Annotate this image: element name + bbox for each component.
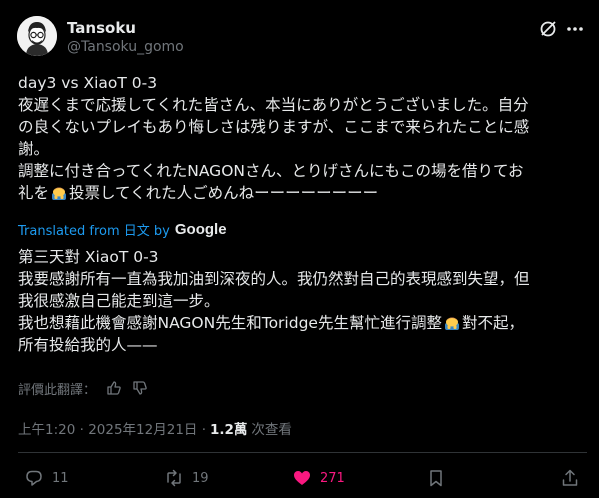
original-line: の良くないプレイもあり悔しさは残りますが、ここまで来られたことに感 [18, 118, 530, 136]
more-icon[interactable] [563, 18, 587, 40]
translated-line: 第三天對 XiaoT 0-3 [18, 248, 159, 266]
avatar[interactable] [17, 16, 57, 56]
original-segment: 礼を [18, 184, 50, 202]
thumbs-up-icon[interactable] [106, 380, 122, 396]
repost-icon [167, 469, 181, 487]
display-name[interactable]: Tansoku [67, 18, 136, 38]
translated-line: 我要感謝所有一直為我加油到深夜的人。我仍然對自己的表現感到失望，但 [18, 270, 530, 288]
original-line: day3 vs XiaoT 0-3 [18, 74, 158, 92]
translated-segment: 對不起， [461, 314, 524, 332]
divider [18, 452, 587, 453]
share-icon [562, 469, 578, 486]
translated-line: 我很感激自己能走到這一步。 [18, 292, 220, 310]
view-label: 次查看 [251, 422, 292, 438]
original-line: 調整に付き合ってくれたNAGONさん、とりげさんにもこの場を借りてお [18, 162, 524, 180]
repost-button[interactable]: 19 [164, 467, 209, 489]
original-line: 礼を 投票してくれた人ごめんねーーーーーーーー [18, 182, 588, 204]
like-count: 271 [320, 470, 345, 486]
like-button[interactable]: 271 [292, 467, 345, 489]
repost-count: 19 [192, 470, 209, 486]
translated-segment: 我也想藉此機會感謝NAGON先生和Toridge先生幫忙進行調整 [18, 314, 442, 332]
rate-translation: 評價此翻譯： [18, 378, 148, 398]
post: Tansoku @Tansoku_gomo day3 vs XiaoT 0-3 … [0, 0, 599, 498]
translated-line: 我也想藉此機會感謝NAGON先生和Toridge先生幫忙進行調整 對不起， [18, 312, 588, 334]
original-text: day3 vs XiaoT 0-3 夜遅くまで応援してくれた皆さん、本当にありが… [18, 72, 588, 204]
translation-attribution: Translated from 日文 by Google [18, 218, 227, 240]
heart-icon [294, 471, 310, 485]
google-logo: Google [174, 220, 227, 238]
handle[interactable]: @Tansoku_gomo [67, 38, 184, 56]
emoji-man-bowing [444, 317, 459, 330]
post-metadata: 上午1:20 · 2025年12月21日 · 1.2萬 次查看 [18, 418, 292, 438]
reply-icon [26, 470, 42, 486]
reply-button[interactable]: 11 [24, 467, 69, 489]
bookmark-icon [430, 470, 442, 487]
avatar-illustration [17, 16, 57, 56]
view-count: 1.2萬 [210, 422, 248, 438]
timestamp[interactable]: 上午1:20 · 2025年12月21日 · [18, 418, 206, 438]
original-line: 夜遅くまで応援してくれた皆さん、本当にありがとうございました。自分 [18, 96, 529, 114]
emoji-man-bowing [52, 187, 67, 200]
rate-label: 評價此翻譯： [18, 382, 97, 398]
translated-text: 第三天對 XiaoT 0-3 我要感謝所有一直為我加油到深夜的人。我仍然對自己的… [18, 246, 588, 356]
original-line: 謝。 [18, 140, 50, 158]
share-button[interactable] [560, 467, 580, 489]
thumbs-down-icon[interactable] [132, 380, 148, 396]
translated-from-link[interactable]: Translated from 日文 by [18, 220, 170, 239]
original-segment: 投票してくれた人ごめんねーーーーーーーー [69, 184, 379, 202]
grok-icon[interactable] [537, 18, 559, 40]
reply-count: 11 [52, 470, 69, 486]
translated-line: 所有投給我的人—— [18, 336, 158, 354]
bookmark-button[interactable] [426, 467, 446, 489]
